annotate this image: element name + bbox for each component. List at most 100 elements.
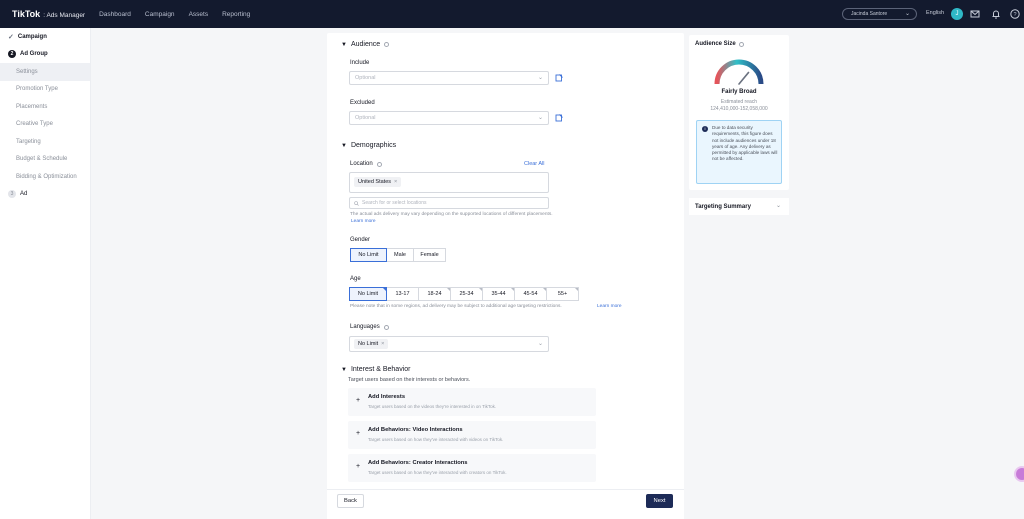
age-hint: Please note that in some regions, ad del… [350,304,562,309]
languages-label-text: Languages [350,324,380,330]
nav-dashboard[interactable]: Dashboard [99,11,131,18]
form-footer [327,489,684,519]
location-learn-more-link[interactable]: Learn more [351,219,376,224]
age-option-55-plus[interactable]: 55+ [546,287,579,301]
location-label: Location [350,161,382,167]
close-icon[interactable]: × [394,179,397,185]
languages-select[interactable]: No Limit × ⌄ [349,336,549,352]
targeting-summary-title: Targeting Summary [695,203,751,210]
age-option-13-17[interactable]: 13-17 [386,287,419,301]
info-icon[interactable] [383,324,389,330]
language-selector[interactable]: English [926,10,944,16]
back-button[interactable]: Back [337,494,364,508]
section-title-text: Interest & Behavior [350,366,411,373]
excluded-select[interactable]: Optional ⌄ [349,111,549,125]
add-creator-interactions-card[interactable]: + Add Behaviors: Creator Interactions Ta… [348,454,596,482]
gauge-arc [714,59,764,85]
audience-section-title[interactable]: ▼ Audience [341,41,390,48]
interest-section-title[interactable]: ▼ Interest & Behavior [341,366,410,373]
logo[interactable]: TikTok : Ads Manager [12,9,85,19]
sidebar-item-placements[interactable]: Placements [0,98,90,116]
sidebar-item-creative-type[interactable]: Creative Type [0,116,90,134]
notice-text: Due to data security requirements, this … [712,125,778,162]
include-select[interactable]: Optional ⌄ [349,71,549,85]
languages-label: Languages [350,324,389,330]
close-icon[interactable]: × [381,341,384,347]
gender-label: Gender [350,237,371,243]
age-option-35-44[interactable]: 35-44 [482,287,515,301]
age-option-label: 35-44 [491,291,506,297]
create-audience-icon[interactable] [555,74,563,82]
nav-assets[interactable]: Assets [189,11,209,18]
location-tag: United States × [354,177,402,187]
age-option-no-limit[interactable]: No Limit [349,287,387,301]
estimated-reach-value: 124,410,000-152,058,000 [710,106,768,112]
card-title: Add Behaviors: Video Interactions [368,427,463,433]
info-icon[interactable] [376,161,382,167]
bell-icon[interactable] [990,8,1002,20]
top-nav: Dashboard Campaign Assets Reporting [99,11,250,18]
gender-option-female[interactable]: Female [413,248,446,262]
mail-icon[interactable] [969,8,981,20]
sidebar: ✓ Campaign 2 Ad Group Settings Promotion… [0,28,91,519]
plus-icon: + [356,463,361,470]
sidebar-item-bidding-optimization[interactable]: Bidding & Optimization [0,168,90,186]
gender-option-no-limit[interactable]: No Limit [350,248,387,262]
add-interests-card[interactable]: + Add Interests Target users based on th… [348,388,596,416]
nav-reporting[interactable]: Reporting [222,11,250,18]
add-video-interactions-card[interactable]: + Add Behaviors: Video Interactions Targ… [348,421,596,449]
age-option-label: 18-24 [427,291,442,297]
help-icon[interactable]: ? [1009,8,1021,20]
section-title-text: Audience [350,41,381,48]
info-icon[interactable] [738,41,744,47]
include-placeholder: Optional [355,75,376,81]
targeting-summary-card[interactable]: Targeting Summary ⌄ [689,198,789,215]
caret-down-icon: ▼ [341,41,347,48]
next-button[interactable]: Next [646,494,673,508]
languages-tag-text: No Limit [358,341,379,347]
sidebar-item-label: Ad [20,191,28,198]
age-learn-more-link[interactable]: Learn more [597,304,622,309]
demographics-section-title[interactable]: ▼ Demographics [341,142,396,149]
chevron-down-icon: ⌄ [775,203,781,209]
account-selector[interactable]: Jacinda Santore ⌄ [842,8,917,20]
clear-all-link[interactable]: Clear All [524,161,544,167]
age-option-25-34[interactable]: 25-34 [450,287,483,301]
avatar[interactable]: J [951,8,963,20]
selected-corner-icon [383,288,386,291]
age-selector: No Limit 13-17 18-24 25-34 35-44 45-54 5… [349,287,579,301]
caret-down-icon: ▼ [341,142,347,149]
audience-size-status: Fairly Broad [721,89,757,95]
logo-text: TikTok [12,9,41,19]
age-option-label: 25-34 [459,291,474,297]
help-assistant-button[interactable] [1014,466,1024,482]
info-icon[interactable] [384,42,390,47]
check-icon: ✓ [8,33,14,41]
search-icon [354,200,359,206]
location-search-input[interactable]: Search for or select locations [349,197,549,209]
sidebar-item-targeting[interactable]: Targeting [0,133,90,151]
gender-option-male[interactable]: Male [386,248,414,262]
age-option-45-54[interactable]: 45-54 [514,287,547,301]
create-audience-icon[interactable] [555,114,563,122]
sidebar-item-label: Campaign [17,33,47,40]
chevron-down-icon: ⌄ [537,75,543,81]
sidebar-item-campaign[interactable]: ✓ Campaign [0,28,90,46]
plus-icon: + [356,397,361,404]
account-name: Jacinda Santore [851,11,888,17]
age-option-18-24[interactable]: 18-24 [418,287,451,301]
audience-size-title-text: Audience Size [695,41,736,47]
interest-subtitle: Target users based on their interests or… [348,377,471,383]
age-option-label: 55+ [557,291,568,297]
age-option-label: No Limit [357,291,379,297]
card-desc: Target users based on the videos they're… [368,403,497,409]
sidebar-item-ad-group[interactable]: 2 Ad Group [0,46,90,64]
sidebar-item-ad[interactable]: 3 Ad [0,186,90,204]
sidebar-item-settings[interactable]: Settings [0,63,90,81]
sidebar-item-promotion-type[interactable]: Promotion Type [0,81,90,99]
logo-subtitle: : Ads Manager [43,12,86,19]
age-option-label: 45-54 [523,291,538,297]
sidebar-item-budget-schedule[interactable]: Budget & Schedule [0,151,90,169]
card-title: Add Interests [368,394,406,400]
nav-campaign[interactable]: Campaign [145,11,175,18]
